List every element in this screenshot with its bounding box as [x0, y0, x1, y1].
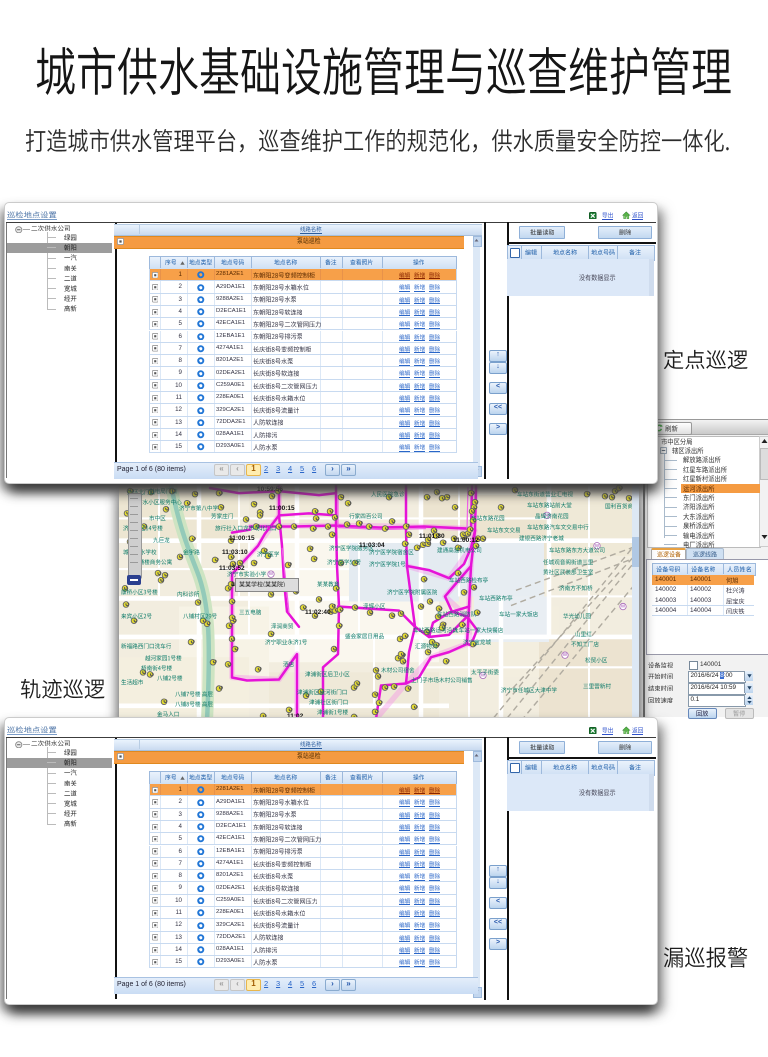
svg-text:W: W: [269, 571, 274, 576]
svg-text:W: W: [563, 652, 568, 657]
svg-text:W: W: [621, 603, 626, 608]
